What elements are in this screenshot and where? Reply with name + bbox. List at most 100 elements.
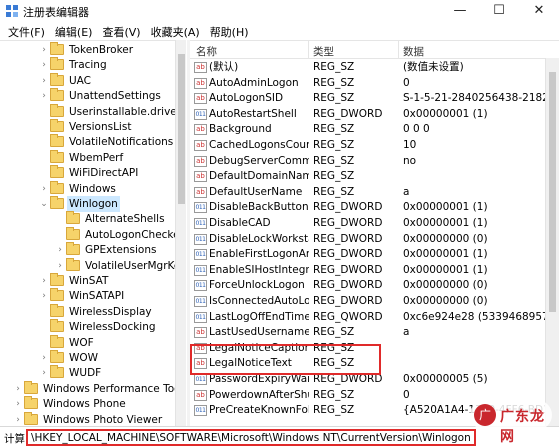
value-row[interactable]: 011DisableLockWorkstat... REG_DWORD 0x0000… bbox=[190, 232, 559, 248]
column-divider[interactable] bbox=[398, 41, 399, 59]
expand-arrow-icon[interactable]: › bbox=[14, 381, 22, 397]
tree-scroll-thumb[interactable] bbox=[178, 54, 185, 204]
value-type: REG_SZ bbox=[313, 76, 355, 89]
expand-arrow-icon[interactable]: › bbox=[40, 365, 48, 381]
value-name: DisableCAD bbox=[209, 217, 271, 229]
value-data: a bbox=[403, 185, 410, 198]
tree-item-label: WOW bbox=[69, 352, 99, 364]
expand-arrow-icon[interactable]: › bbox=[40, 181, 48, 197]
expand-arrow-icon[interactable]: › bbox=[56, 242, 64, 258]
value-row[interactable]: 011EnableSIHostIntegrat... REG_DWORD 0x000… bbox=[190, 263, 559, 279]
tree-item[interactable]: › UnattendSettings bbox=[0, 88, 175, 104]
tree-item[interactable]: › WinSAT bbox=[0, 273, 175, 289]
column-header-data[interactable]: 数据 bbox=[403, 44, 424, 59]
tree-item[interactable]: › WUDF bbox=[0, 365, 175, 381]
value-row[interactable]: ab AutoLogonSID REG_SZ S-1-5-21-2840256438-… bbox=[190, 91, 559, 107]
tree-item[interactable]: › Windows Photo Viewer bbox=[0, 411, 175, 426]
collapse-arrow-icon[interactable]: ⌄ bbox=[40, 196, 48, 212]
expand-arrow-icon[interactable]: › bbox=[40, 73, 48, 89]
expand-arrow-icon[interactable]: › bbox=[40, 57, 48, 73]
expand-arrow-icon[interactable]: › bbox=[40, 88, 48, 104]
value-row[interactable]: 011 AutoRestartShell REG_DWORD 0x00000001 (… bbox=[190, 107, 559, 123]
value-data: 0 0 0 bbox=[403, 123, 430, 136]
close-button[interactable]: ✕ bbox=[519, 0, 559, 22]
tree-item[interactable]: › Tracing bbox=[0, 57, 175, 73]
menu-favorites[interactable]: 收藏夹(A) bbox=[146, 22, 205, 40]
value-row[interactable]: 011 DisableBackButton REG_DWORD 0x00000001 … bbox=[190, 200, 559, 216]
expand-arrow-icon[interactable]: › bbox=[40, 273, 48, 289]
tree-item-label: VolatileNotifications bbox=[69, 136, 174, 149]
tree-item[interactable]: AlternateShells bbox=[0, 211, 175, 227]
key-tree[interactable]: › TokenBroker › Tracing › UAC › UnattendSetting… bbox=[0, 40, 186, 426]
folder-icon bbox=[66, 226, 80, 240]
tree-item[interactable]: WirelessDisplay bbox=[0, 303, 175, 320]
value-row[interactable]: ab CachedLogonsCount REG_SZ 10 bbox=[190, 138, 559, 154]
menu-edit[interactable]: 编辑(E) bbox=[50, 22, 98, 40]
expand-arrow-icon[interactable]: › bbox=[40, 288, 48, 304]
expand-arrow-icon[interactable]: › bbox=[56, 258, 64, 274]
value-row[interactable]: 011LastLogOffEndTimeP... REG_QWORD 0xc6e92… bbox=[190, 310, 559, 326]
tree-item-label: VolatileUserMgrKey bbox=[85, 259, 186, 272]
values-list: 名称 类型 数据 ab (默认) REG_SZ (数值未设置) ab AutoAdminL… bbox=[190, 40, 559, 426]
tree-item[interactable]: › WOW bbox=[0, 350, 175, 366]
title-bar: 注册表编辑器 — ☐ ✕ bbox=[0, 0, 559, 22]
expand-arrow-icon[interactable]: › bbox=[40, 42, 48, 58]
expand-arrow-icon[interactable]: › bbox=[14, 396, 22, 412]
tree-scrollbar[interactable] bbox=[175, 40, 186, 426]
tree-item[interactable]: ⌄ Winlogon bbox=[0, 196, 175, 212]
value-row[interactable]: ab Background REG_SZ 0 0 0 bbox=[190, 122, 559, 138]
tree-item[interactable]: AutoLogonChecked bbox=[0, 226, 186, 243]
value-row[interactable]: ab DefaultUserName REG_SZ a bbox=[190, 185, 559, 201]
value-row[interactable]: 011 ForceUnlockLogon REG_DWORD 0x00000000 (… bbox=[190, 278, 559, 294]
watermark: 广 广东龙网 bbox=[470, 400, 552, 445]
value-row[interactable]: ab LastUsedUsername REG_SZ a bbox=[190, 325, 559, 341]
registry-path: \HKEY_LOCAL_MACHINE\SOFTWARE\Microsoft\W… bbox=[26, 429, 476, 446]
tree-item-label: VersionsList bbox=[69, 121, 132, 133]
string-value-icon: ab bbox=[194, 77, 207, 89]
value-row[interactable]: ab AutoAdminLogon REG_SZ 0 bbox=[190, 76, 559, 92]
value-name: ForceUnlockLogon bbox=[209, 279, 305, 292]
value-type: REG_SZ bbox=[313, 185, 355, 198]
value-type: REG_SZ bbox=[313, 326, 355, 339]
tree-item[interactable]: WbemPerf bbox=[0, 149, 175, 166]
tree-item[interactable]: › Windows bbox=[0, 180, 175, 197]
value-row[interactable]: 011 DisableCAD REG_DWORD 0x00000001 (1) bbox=[190, 216, 559, 232]
tree-item[interactable]: WirelessDocking bbox=[0, 319, 175, 335]
column-header-name[interactable]: 名称 bbox=[196, 44, 217, 59]
value-type: REG_QWORD bbox=[313, 310, 383, 323]
value-type: REG_DWORD bbox=[313, 295, 383, 307]
value-row[interactable]: abDebugServerComma... REG_SZ no bbox=[190, 154, 559, 170]
value-row[interactable]: ab (默认) REG_SZ (数值未设置) bbox=[190, 60, 559, 76]
tree-item[interactable]: VolatileNotifications bbox=[0, 134, 175, 150]
value-name: DefaultUserName bbox=[209, 185, 303, 198]
tree-item-label: AutoLogonChecked bbox=[85, 228, 186, 241]
tree-item[interactable]: › GPExtensions bbox=[0, 242, 175, 258]
string-value-icon: ab bbox=[194, 140, 207, 151]
menu-help[interactable]: 帮助(H) bbox=[205, 22, 254, 40]
minimize-button[interactable]: — bbox=[440, 0, 480, 22]
tree-item-label: Tracing bbox=[69, 59, 107, 72]
tree-item[interactable]: › UAC bbox=[0, 72, 175, 89]
value-row[interactable]: 011EnableFirstLogonAni... REG_DWORD 0x0000… bbox=[190, 247, 559, 263]
tree-item[interactable]: › TokenBroker bbox=[0, 42, 175, 58]
column-header-type[interactable]: 类型 bbox=[313, 44, 334, 59]
menu-view[interactable]: 查看(V) bbox=[97, 22, 145, 40]
column-divider[interactable] bbox=[308, 41, 309, 59]
tree-item[interactable]: › WinSATAPI bbox=[0, 288, 175, 304]
tree-item[interactable]: › Windows Phone bbox=[0, 396, 175, 412]
expand-arrow-icon[interactable]: › bbox=[40, 350, 48, 366]
tree-item[interactable]: WOF bbox=[0, 334, 175, 351]
value-type: REG_DWORD bbox=[313, 217, 383, 229]
tree-item[interactable]: WiFiDirectAPI bbox=[0, 165, 175, 181]
tree-item[interactable]: › VolatileUserMgrKey bbox=[0, 257, 186, 274]
menu-file[interactable]: 文件(F) bbox=[3, 22, 50, 40]
tree-item[interactable]: › Windows Performance Toolkit bbox=[0, 380, 186, 397]
tree-item[interactable]: Userinstallable.drivers bbox=[0, 103, 186, 120]
maximize-button[interactable]: ☐ bbox=[479, 0, 519, 22]
list-scroll-thumb[interactable] bbox=[549, 72, 556, 312]
tree-item[interactable]: VersionsList bbox=[0, 119, 175, 135]
value-row[interactable]: ab DefaultDomainName REG_SZ bbox=[190, 169, 559, 185]
value-row[interactable]: 011IsConnectedAutoLog... REG_DWORD 0x00000… bbox=[190, 294, 559, 310]
list-scrollbar[interactable] bbox=[545, 58, 559, 426]
expand-arrow-icon[interactable]: › bbox=[14, 412, 22, 426]
